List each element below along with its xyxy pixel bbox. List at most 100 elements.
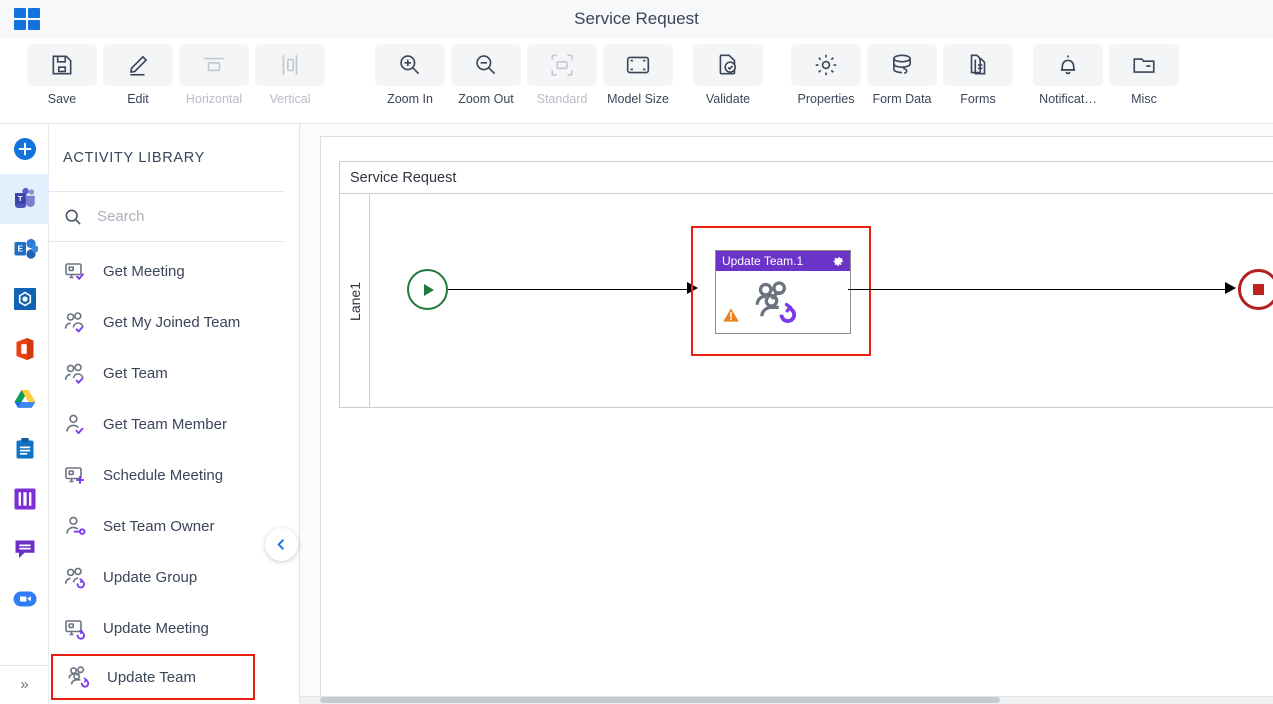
- list-item-label: Set Team Owner: [103, 518, 215, 535]
- rail-item-chat[interactable]: [0, 524, 49, 574]
- search-icon: [63, 207, 83, 227]
- horizontal-align-icon: [179, 44, 249, 86]
- group-refresh-icon: [63, 565, 97, 591]
- toolbar-model-size-button[interactable]: Model Size: [600, 38, 676, 106]
- rail-item-jira[interactable]: [0, 474, 49, 524]
- task-body: [716, 271, 850, 334]
- toolbar-edit-button[interactable]: Edit: [100, 38, 176, 106]
- toolbar-edit-label: Edit: [127, 92, 149, 106]
- toolbar-validate-button[interactable]: Validate: [690, 38, 766, 106]
- model-size-icon: [603, 44, 673, 86]
- search-row[interactable]: [49, 192, 285, 242]
- microsoft-teams-icon: T: [14, 187, 35, 208]
- person-check-icon: [63, 310, 97, 336]
- list-item[interactable]: Schedule Meeting: [49, 450, 299, 501]
- lane-body[interactable]: Update Team.1: [370, 194, 1273, 408]
- list-item-label: Get My Joined Team: [103, 314, 241, 331]
- toolbar-zoom-in-label: Zoom In: [387, 92, 433, 106]
- diagram-canvas[interactable]: Service Request Lane1 Update Team.1: [320, 136, 1273, 696]
- meeting-plus-icon: [63, 463, 97, 489]
- toolbar-standard-button[interactable]: Standard: [524, 38, 600, 106]
- svg-text:E: E: [17, 245, 23, 254]
- google-drive-icon: [14, 390, 35, 408]
- rail-item-add-connector[interactable]: [0, 124, 49, 174]
- activity-library-panel: ACTIVITY LIBRARY Get Meeting: [49, 124, 300, 703]
- microsoft-exchange-icon: E: [14, 238, 38, 259]
- meeting-check-icon: [63, 259, 97, 285]
- zoom-in-icon: [375, 44, 445, 86]
- list-item[interactable]: Update Group: [49, 552, 299, 603]
- sequence-flow-2[interactable]: [848, 288, 1231, 290]
- list-item-label: Get Team: [103, 365, 168, 382]
- standard-size-icon: [527, 44, 597, 86]
- title-bar: Service Request: [0, 0, 1273, 38]
- pool-header[interactable]: Service Request: [340, 162, 1273, 194]
- validate-icon: [693, 44, 763, 86]
- rail-item-zoom[interactable]: [0, 574, 49, 624]
- toolbar-notifications-button[interactable]: Notificat…: [1030, 38, 1106, 106]
- pencil-icon: [103, 44, 173, 86]
- rail-expand-button[interactable]: »: [0, 665, 49, 703]
- list-item[interactable]: Update Meeting: [49, 603, 299, 654]
- search-input[interactable]: [95, 207, 265, 226]
- video-camera-icon: [13, 591, 36, 607]
- task-update-team[interactable]: Update Team.1: [715, 250, 851, 334]
- rail-item-microsoft-office[interactable]: [0, 324, 49, 374]
- task-header[interactable]: Update Team.1: [716, 251, 850, 271]
- rail-item-microsoft-exchange[interactable]: E: [0, 224, 49, 274]
- toolbar-vertical-button[interactable]: Vertical: [252, 38, 328, 106]
- gear-icon[interactable]: [832, 255, 845, 268]
- toolbar-standard-label: Standard: [536, 92, 588, 106]
- activity-list: Get Meeting Get My Joined Team Get Team …: [49, 242, 299, 700]
- warning-triangle-icon: [722, 306, 740, 329]
- lane[interactable]: Lane1 Update Team.1: [340, 194, 1273, 408]
- toolbar-horizontal-label: Horizontal: [185, 92, 243, 106]
- pool[interactable]: Service Request Lane1 Update Team.1: [339, 161, 1273, 408]
- sharepoint-icon: [13, 288, 36, 310]
- toolbar-zoom-out-label: Zoom Out: [458, 92, 514, 106]
- rail-item-planner[interactable]: [0, 424, 49, 474]
- toolbar-save-label: Save: [47, 92, 77, 106]
- toolbar-properties-button[interactable]: Properties: [788, 38, 864, 106]
- panel-collapse-button[interactable]: [265, 528, 298, 561]
- meeting-refresh-icon: [63, 616, 97, 642]
- task-selection-frame[interactable]: Update Team.1: [691, 226, 871, 356]
- toolbar-save-button[interactable]: Save: [24, 38, 100, 106]
- task-name: Update Team.1: [722, 254, 804, 268]
- team-refresh-icon: [67, 664, 101, 690]
- horizontal-scrollbar-thumb[interactable]: [320, 697, 1000, 703]
- lane-name: Lane1: [346, 281, 363, 321]
- sequence-flow-1[interactable]: [448, 288, 693, 290]
- list-item-update-team[interactable]: Update Team: [51, 654, 255, 700]
- toolbar-misc-button[interactable]: Misc: [1106, 38, 1182, 106]
- lane-header[interactable]: Lane1: [340, 194, 370, 408]
- list-item[interactable]: Get Meeting: [49, 246, 299, 297]
- list-item[interactable]: Get Team: [49, 348, 299, 399]
- toolbar-misc-label: Misc: [1131, 92, 1157, 106]
- diagram-canvas-area[interactable]: Service Request Lane1 Update Team.1: [300, 124, 1273, 703]
- end-event[interactable]: [1238, 269, 1273, 310]
- toolbar-validate-label: Validate: [705, 92, 751, 106]
- list-item[interactable]: Get Team Member: [49, 399, 299, 450]
- list-item[interactable]: Set Team Owner: [49, 501, 299, 552]
- toolbar-form-data-button[interactable]: Form Data: [864, 38, 940, 106]
- toolbar-zoom-out-button[interactable]: Zoom Out: [448, 38, 524, 106]
- rail-item-sharepoint[interactable]: [0, 274, 49, 324]
- start-event[interactable]: [407, 269, 448, 310]
- stop-square-icon: [1253, 284, 1264, 295]
- list-item[interactable]: Get My Joined Team: [49, 297, 299, 348]
- team-check-icon: [63, 361, 97, 387]
- folder-icon: [1109, 44, 1179, 86]
- vertical-align-icon: [255, 44, 325, 86]
- toolbar-horizontal-button[interactable]: Horizontal: [176, 38, 252, 106]
- plus-circle-icon: [13, 138, 36, 160]
- toolbar-model-size-label: Model Size: [607, 92, 669, 106]
- rail-item-microsoft-teams[interactable]: T: [0, 174, 49, 224]
- toolbar-zoom-in-button[interactable]: Zoom In: [372, 38, 448, 106]
- team-refresh-icon: [752, 277, 804, 332]
- clipboard-icon: [16, 438, 33, 459]
- rail-item-google-drive[interactable]: [0, 374, 49, 424]
- toolbar-forms-button[interactable]: Forms: [940, 38, 1016, 106]
- list-item-label: Update Meeting: [103, 620, 209, 637]
- toolbar-properties-label: Properties: [797, 92, 855, 106]
